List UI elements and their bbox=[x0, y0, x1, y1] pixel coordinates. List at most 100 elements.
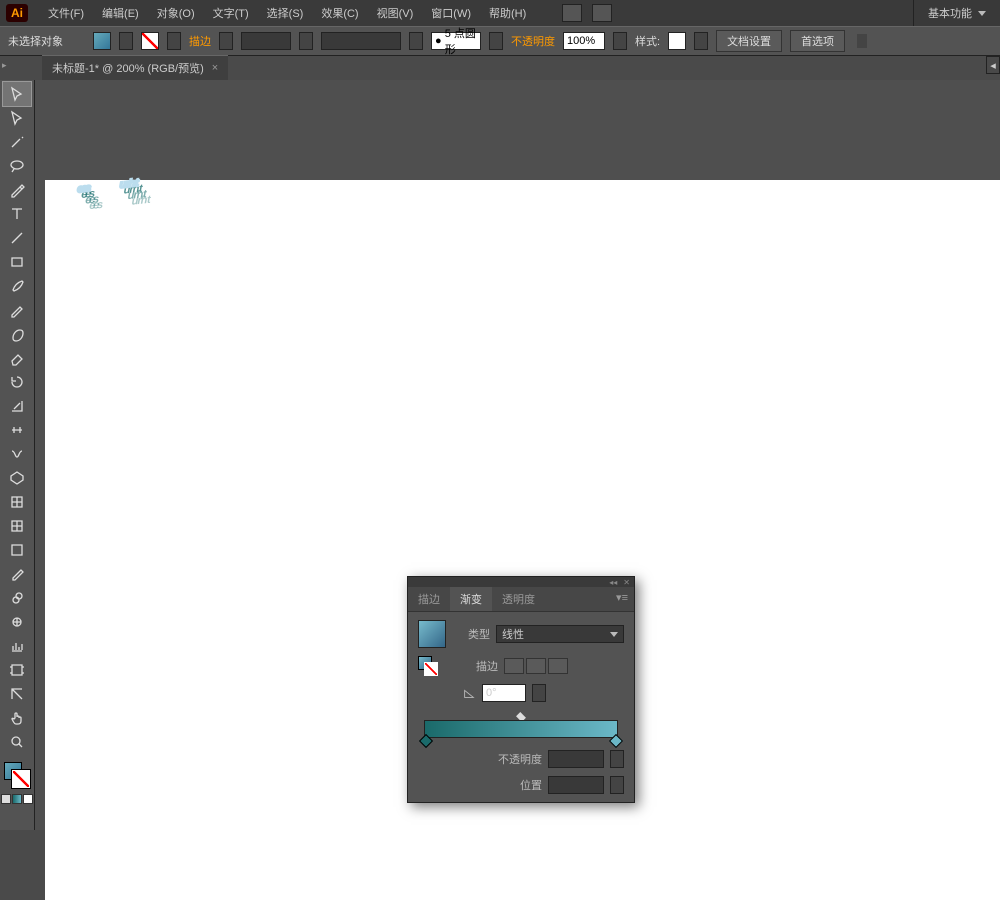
pencil-tool[interactable] bbox=[3, 298, 31, 322]
fill-swatch[interactable] bbox=[93, 32, 111, 50]
line-tool[interactable] bbox=[3, 226, 31, 250]
width-icon bbox=[9, 422, 25, 438]
rotate-tool[interactable] bbox=[3, 370, 31, 394]
color-mode-1[interactable] bbox=[12, 794, 22, 804]
menu-file[interactable]: 文件(F) bbox=[40, 2, 92, 24]
stroke-mode-1[interactable] bbox=[504, 658, 524, 674]
stroke-box[interactable] bbox=[12, 770, 30, 788]
menu-help[interactable]: 帮助(H) bbox=[481, 2, 534, 24]
tab-stroke[interactable]: 描边 bbox=[408, 587, 450, 611]
magic-wand-tool[interactable] bbox=[3, 130, 31, 154]
menu-view[interactable]: 视图(V) bbox=[369, 2, 422, 24]
toolbar-collapse-button[interactable]: ▸ bbox=[2, 60, 14, 72]
hand-tool[interactable] bbox=[3, 706, 31, 730]
stop-position-dropdown[interactable] bbox=[610, 776, 624, 794]
tab-gradient[interactable]: 渐变 bbox=[450, 587, 492, 611]
type-label: 类型 bbox=[452, 626, 490, 642]
selection-tool[interactable] bbox=[3, 82, 31, 106]
document-tab-title: 未标题-1* @ 200% (RGB/预览) bbox=[52, 60, 204, 76]
panel-fill-stroke[interactable] bbox=[418, 656, 438, 676]
width-tool[interactable] bbox=[3, 418, 31, 442]
stroke-swatch[interactable] bbox=[141, 32, 159, 50]
gradient-icon bbox=[9, 542, 25, 558]
gradient-preview[interactable] bbox=[418, 620, 446, 648]
menu-edit[interactable]: 编辑(E) bbox=[94, 2, 147, 24]
stop-position-field[interactable] bbox=[548, 776, 604, 794]
color-mode-2[interactable] bbox=[23, 794, 33, 804]
gradient-stop-left[interactable] bbox=[419, 734, 433, 748]
slice-tool[interactable] bbox=[3, 682, 31, 706]
shape-builder-tool[interactable] bbox=[3, 466, 31, 490]
style-menu[interactable] bbox=[694, 32, 708, 50]
artboard-tool[interactable] bbox=[3, 658, 31, 682]
menu-select[interactable]: 选择(S) bbox=[259, 2, 312, 24]
type-tool[interactable] bbox=[3, 202, 31, 226]
lasso-tool[interactable] bbox=[3, 154, 31, 178]
scale-tool[interactable] bbox=[3, 394, 31, 418]
brush-field[interactable] bbox=[321, 32, 401, 50]
column-graph-tool[interactable] bbox=[3, 634, 31, 658]
arrange-icon[interactable] bbox=[592, 4, 612, 22]
gradient-type-select[interactable]: 线性 bbox=[496, 625, 624, 643]
panel-collapse-icon[interactable]: ◂◂ bbox=[609, 578, 617, 587]
perspective-tool[interactable] bbox=[3, 490, 31, 514]
line-icon bbox=[9, 230, 25, 246]
opacity-field[interactable]: 100% bbox=[563, 32, 605, 50]
blend-tool[interactable] bbox=[3, 586, 31, 610]
pen-tool[interactable] bbox=[3, 178, 31, 202]
stroke-mode-3[interactable] bbox=[548, 658, 568, 674]
style-swatch[interactable] bbox=[668, 32, 686, 50]
selection-status: 未选择对象 bbox=[8, 33, 63, 49]
gradient-slider[interactable] bbox=[424, 720, 618, 738]
direct-selection-tool[interactable] bbox=[3, 106, 31, 130]
tab-transparency[interactable]: 透明度 bbox=[492, 587, 545, 611]
mesh-tool[interactable] bbox=[3, 514, 31, 538]
close-tab-icon[interactable]: × bbox=[212, 62, 218, 74]
type-icon bbox=[9, 206, 25, 222]
menu-effect[interactable]: 效果(C) bbox=[313, 2, 366, 24]
panel-collapse-button[interactable]: ◂ bbox=[986, 56, 1000, 74]
profile-field[interactable]: ● 5 点圆形 bbox=[431, 32, 481, 50]
stop-opacity-dropdown[interactable] bbox=[610, 750, 624, 768]
document-setup-button[interactable]: 文档设置 bbox=[716, 30, 782, 52]
gradient-tool[interactable] bbox=[3, 538, 31, 562]
stroke-mode-2[interactable] bbox=[526, 658, 546, 674]
stop-opacity-field[interactable] bbox=[548, 750, 604, 768]
stroke-label[interactable]: 描边 bbox=[189, 33, 211, 49]
brush-menu[interactable] bbox=[409, 32, 423, 50]
opacity-menu[interactable] bbox=[613, 32, 627, 50]
document-tab[interactable]: 未标题-1* @ 200% (RGB/预览) × bbox=[42, 55, 228, 80]
pen-icon bbox=[9, 182, 25, 198]
symbol-sprayer-tool[interactable] bbox=[3, 610, 31, 634]
stroke-weight-field[interactable] bbox=[241, 32, 291, 50]
menu-object[interactable]: 对象(O) bbox=[149, 2, 203, 24]
gradient-stop-right[interactable] bbox=[609, 734, 623, 748]
panel-close-icon[interactable]: ✕ bbox=[623, 578, 630, 587]
panel-menu-icon[interactable]: ▾≡ bbox=[610, 587, 634, 611]
stroke-dropdown[interactable] bbox=[167, 32, 181, 50]
profile-menu[interactable] bbox=[489, 32, 503, 50]
panel-toggle-icon[interactable] bbox=[857, 34, 867, 48]
panel-header[interactable]: ◂◂ ✕ bbox=[408, 577, 634, 587]
angle-dropdown[interactable] bbox=[532, 684, 546, 702]
paintbrush-tool[interactable] bbox=[3, 274, 31, 298]
workspace-switcher[interactable]: 基本功能 bbox=[913, 0, 1000, 26]
preferences-button[interactable]: 首选项 bbox=[790, 30, 845, 52]
rectangle-tool[interactable] bbox=[3, 250, 31, 274]
free-transform-tool[interactable] bbox=[3, 442, 31, 466]
angle-input[interactable]: 0° bbox=[482, 684, 526, 702]
layout-icon[interactable] bbox=[562, 4, 582, 22]
stroke-weight-dropdown[interactable] bbox=[219, 32, 233, 50]
color-mode-0[interactable] bbox=[1, 794, 11, 804]
menu-window[interactable]: 窗口(W) bbox=[423, 2, 479, 24]
blob-brush-tool[interactable] bbox=[3, 322, 31, 346]
fill-stroke-control[interactable] bbox=[2, 760, 32, 790]
opacity-label[interactable]: 不透明度 bbox=[511, 33, 555, 49]
eraser-tool[interactable] bbox=[3, 346, 31, 370]
zoom-tool[interactable] bbox=[3, 730, 31, 754]
stroke-weight-menu[interactable] bbox=[299, 32, 313, 50]
menu-type[interactable]: 文字(T) bbox=[205, 2, 257, 24]
eyedropper-tool[interactable] bbox=[3, 562, 31, 586]
fill-dropdown[interactable] bbox=[119, 32, 133, 50]
mesh-icon bbox=[9, 494, 25, 510]
